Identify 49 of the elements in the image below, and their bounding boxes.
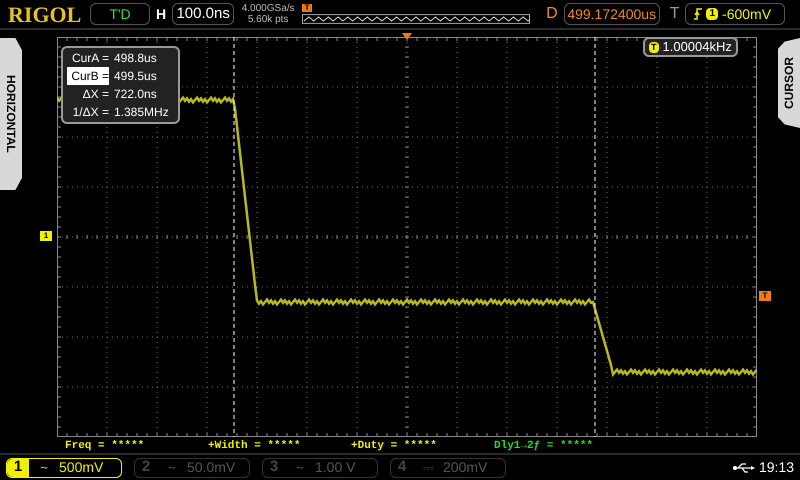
trigger-label: T <box>670 4 680 24</box>
channel-number: 4 <box>396 458 408 476</box>
cursor-line-b[interactable] <box>594 37 596 437</box>
trigger-source-badge: 1 <box>706 8 718 20</box>
channel-number: 1 <box>7 458 29 476</box>
cursor-tab[interactable]: CURSOR <box>778 38 800 128</box>
delay-label: D <box>546 4 558 24</box>
timebase-label: H <box>156 5 166 24</box>
cursor-label: ΔX = <box>82 86 109 103</box>
memory-waveform-icon <box>302 14 530 24</box>
channel-number: 3 <box>268 458 280 476</box>
cursor-label: CurA = <box>70 50 109 67</box>
delay-value: 499.172400us <box>564 3 660 25</box>
cursor-label: 1/ΔX = <box>72 104 109 121</box>
timebase-value: 100.0ns <box>172 3 234 25</box>
channel-number: 2 <box>140 458 152 476</box>
measurement-text: +Width = ***** <box>208 439 302 451</box>
frequency-value: 1.00004kHz <box>662 38 732 56</box>
channel-1-marker[interactable]: 1 <box>40 231 52 241</box>
cursor-value: 498.8us <box>114 50 157 67</box>
rising-edge-icon <box>694 8 702 20</box>
coupling-symbol: ⎓ <box>422 458 434 477</box>
coupling-symbol: ~ <box>295 458 305 477</box>
trigger-badge: T <box>649 42 658 52</box>
usb-icon <box>732 462 755 472</box>
channel-setting[interactable]: 1 ~ 500mV <box>6 458 122 478</box>
channel-scale: 50.0mV <box>187 458 236 477</box>
measurement-text: Dly1→2ƒ = ***** <box>494 439 594 451</box>
channel-scale: 500mV <box>59 458 104 477</box>
trigger-position-icon: T <box>302 4 312 12</box>
cursor-value: 1.385MHz <box>114 104 169 121</box>
clock-time: 19:13 <box>758 458 794 477</box>
trigger-level: -600mV <box>722 5 772 24</box>
coupling-symbol: ~ <box>167 458 177 477</box>
measurement-text: +Duty = ***** <box>351 439 438 451</box>
channel-scale: 200mV <box>443 458 488 477</box>
measurement-text: Freq = ***** <box>65 439 146 451</box>
run-status: T'D <box>90 3 150 25</box>
channel-scale: 1.00 V <box>315 458 356 477</box>
cursor-value: 722.0ns <box>114 86 157 103</box>
horizontal-tab[interactable]: HORIZONTAL <box>0 38 22 190</box>
memory-depth: 5.60k pts <box>248 14 288 25</box>
sample-rate: 4.000GSa/s <box>242 3 295 14</box>
cursor-value: 499.5us <box>114 68 157 85</box>
cursor-label: CurB = <box>67 67 109 85</box>
trigger-level-marker[interactable]: T <box>759 291 771 301</box>
trigger-position-marker <box>402 33 412 40</box>
coupling-symbol: ~ <box>39 458 49 477</box>
brand-logo: RIGOL <box>8 0 82 28</box>
